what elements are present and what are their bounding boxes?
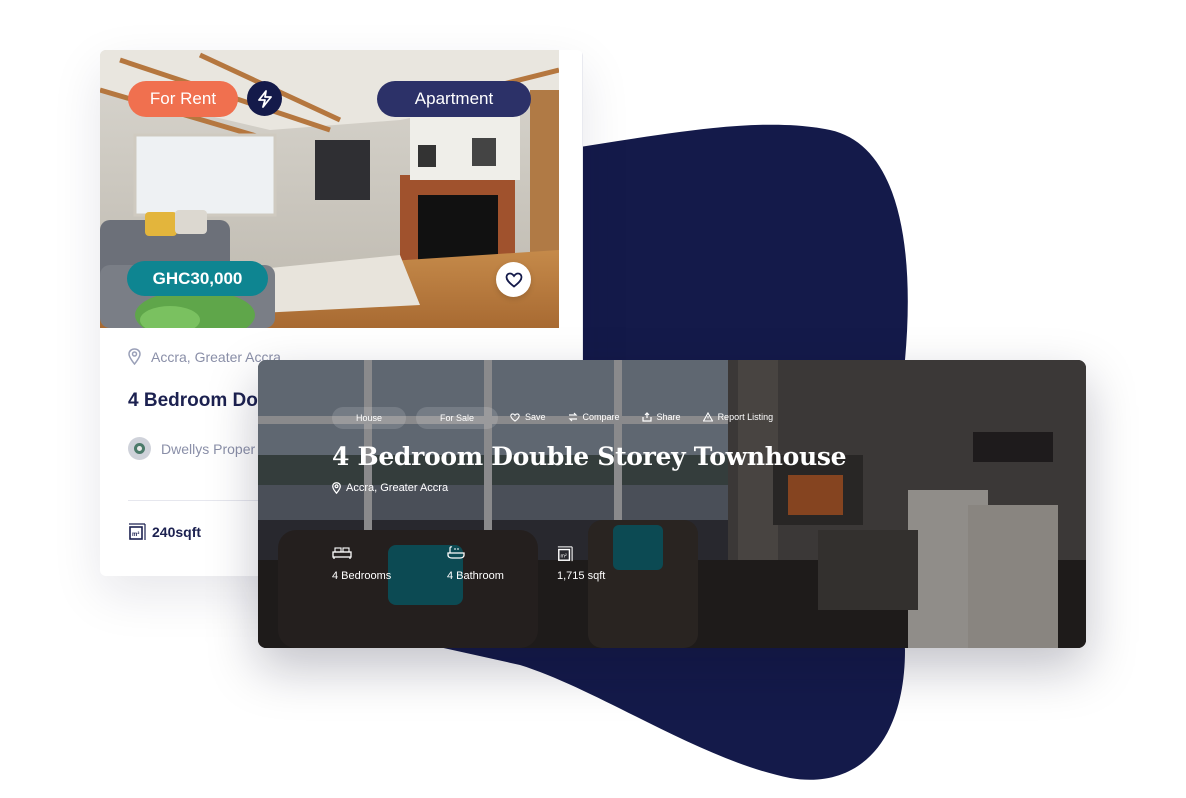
location-pin-icon bbox=[128, 348, 141, 365]
banner-overlay bbox=[258, 360, 1086, 648]
feature-bathrooms-label: 4 Bathroom bbox=[447, 570, 504, 582]
property-detail-banner[interactable]: House For Sale Save Compare Share Report… bbox=[258, 360, 1086, 648]
property-type-badge[interactable]: Apartment bbox=[377, 81, 531, 117]
area-icon: m² bbox=[557, 546, 573, 562]
favorite-button[interactable] bbox=[496, 262, 531, 297]
status-badge[interactable]: For Rent bbox=[128, 81, 238, 117]
report-listing-label: Report Listing bbox=[717, 412, 774, 422]
agent-info[interactable]: Dwellys Proper bbox=[128, 437, 255, 460]
area-text: 240sqft bbox=[152, 524, 202, 540]
listing-title[interactable]: 4 Bedroom Do bbox=[128, 390, 258, 412]
feature-bathrooms: 4 Bathroom bbox=[447, 546, 504, 582]
price-badge: GHC30,000 bbox=[127, 261, 268, 296]
location-pin-icon bbox=[332, 482, 341, 494]
compare-button[interactable]: Compare bbox=[568, 412, 620, 422]
avatar bbox=[128, 437, 151, 460]
area-icon: m² bbox=[129, 523, 146, 540]
warning-icon bbox=[702, 412, 713, 422]
share-icon bbox=[641, 412, 652, 422]
lightning-bolt-icon[interactable] bbox=[247, 81, 282, 116]
save-button[interactable]: Save bbox=[510, 412, 546, 422]
heart-icon bbox=[505, 272, 522, 288]
share-button[interactable]: Share bbox=[641, 412, 681, 422]
save-label: Save bbox=[525, 412, 546, 422]
feature-area-label: 1,715 sqft bbox=[557, 570, 606, 582]
tag-house[interactable]: House bbox=[332, 407, 407, 429]
listing-actions: Save Compare Share Report Listing bbox=[510, 412, 773, 422]
heart-icon bbox=[510, 412, 520, 422]
feature-bedrooms: 4 Bedrooms bbox=[332, 546, 391, 582]
area-info: m² 240sqft bbox=[128, 523, 201, 541]
property-title: 4 Bedroom Double Storey Townhouse bbox=[332, 442, 847, 471]
share-label: Share bbox=[656, 412, 681, 422]
feature-area: m² 1,715 sqft bbox=[557, 546, 605, 582]
compare-label: Compare bbox=[582, 412, 620, 422]
svg-text:m²: m² bbox=[132, 531, 139, 538]
bathtub-icon bbox=[447, 546, 465, 559]
property-location: Accra, Greater Accra bbox=[332, 482, 448, 494]
compare-icon bbox=[568, 412, 577, 422]
report-listing-button[interactable]: Report Listing bbox=[702, 412, 774, 422]
svg-text:m²: m² bbox=[561, 554, 567, 560]
feature-bedrooms-label: 4 Bedrooms bbox=[332, 570, 392, 582]
showcase-stage: For Rent Apartment GHC30,000 Accra, Grea… bbox=[0, 0, 1186, 798]
bed-icon bbox=[332, 547, 352, 559]
tag-for-sale[interactable]: For Sale bbox=[416, 407, 499, 429]
listing-tags: House For Sale bbox=[332, 407, 499, 429]
agent-name: Dwellys Proper bbox=[161, 440, 256, 457]
property-location-text: Accra, Greater Accra bbox=[346, 482, 449, 494]
